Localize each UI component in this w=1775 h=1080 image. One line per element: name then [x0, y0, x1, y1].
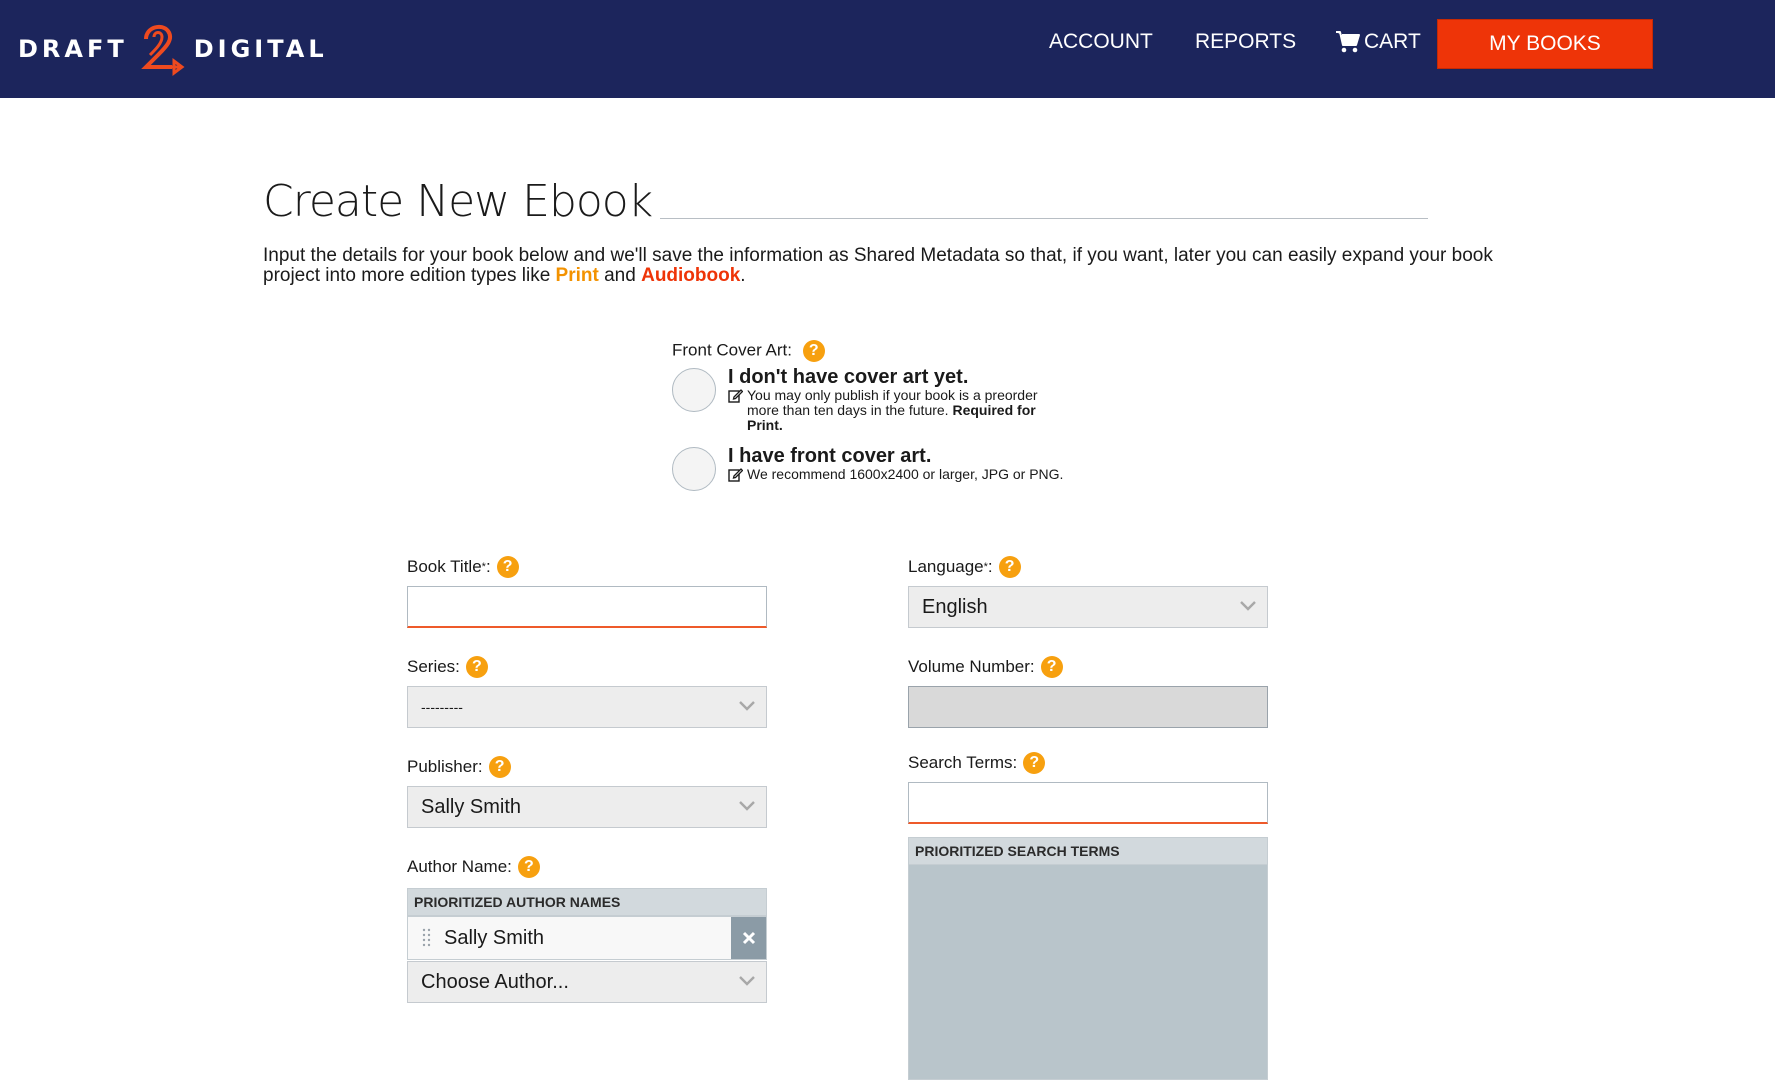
no-cover-art-title: I don't have cover art yet.	[728, 366, 969, 388]
edit-icon	[728, 389, 743, 403]
choose-author-select[interactable]: Choose Author...	[407, 961, 767, 1003]
page-title: Create New Ebook	[263, 176, 653, 227]
have-cover-art-note-text: We recommend 1600x2400 or larger, JPG or…	[747, 466, 1064, 482]
publisher-selected-value: Sally Smith	[421, 795, 522, 818]
title-divider	[660, 218, 1428, 219]
volume-number-input[interactable]	[908, 686, 1268, 728]
help-icon[interactable]: ?	[998, 556, 1021, 578]
drag-handle-icon[interactable]	[422, 928, 432, 948]
language-select[interactable]: English	[908, 586, 1268, 628]
no-cover-art-note: You may only publish if your book is a p…	[728, 388, 1047, 433]
cover-option-have-art[interactable]: I have front cover art. We recommend 160…	[672, 445, 1092, 491]
prioritized-author-names-header: PRIORITIZED AUTHOR NAMES	[407, 888, 767, 916]
chevron-down-icon	[739, 701, 755, 711]
front-cover-art-label-text: Front Cover Art:	[672, 340, 792, 360]
language-field: Language *: ? English	[908, 554, 1268, 628]
help-icon[interactable]: ?	[465, 656, 488, 678]
series-selected-value: ---------	[421, 699, 463, 715]
chevron-down-icon	[739, 801, 755, 811]
front-cover-art-label: Front Cover Art: ?	[672, 340, 1092, 362]
choose-author-placeholder: Choose Author...	[421, 970, 569, 993]
publisher-label: Publisher: ?	[407, 754, 767, 780]
series-field: Series: ? ---------	[407, 654, 767, 728]
radio-no-cover-art[interactable]	[672, 368, 716, 412]
author-name-text: Sally Smith	[444, 926, 545, 949]
author-name-field: Author Name: ? PRIORITIZED AUTHOR NAMES …	[407, 854, 767, 1003]
chevron-down-icon	[1240, 601, 1256, 611]
logo-word-left: DRAFT	[18, 35, 128, 63]
volume-number-field: Volume Number: ?	[908, 654, 1268, 728]
help-icon[interactable]: ?	[488, 756, 511, 778]
book-title-label-text: Book Title	[407, 557, 482, 576]
my-books-button[interactable]: MY BOOKS	[1437, 19, 1653, 69]
help-icon[interactable]: ?	[496, 556, 519, 578]
logo-mark-icon	[140, 24, 185, 76]
help-icon[interactable]: ?	[1040, 656, 1063, 678]
cart-label: CART	[1364, 30, 1421, 53]
audiobook-highlight: Audiobook	[641, 265, 741, 286]
prioritized-search-terms-list[interactable]	[908, 865, 1268, 1080]
edit-icon	[728, 468, 743, 482]
help-icon[interactable]: ?	[802, 340, 825, 362]
publisher-label-text: Publisher:	[407, 757, 483, 776]
language-selected-value: English	[922, 595, 988, 618]
book-title-input[interactable]	[407, 586, 767, 628]
nav-reports-link[interactable]: REPORTS	[1195, 30, 1296, 54]
search-terms-label-text: Search Terms:	[908, 753, 1018, 772]
volume-number-label-text: Volume Number:	[908, 657, 1035, 676]
language-label-text: Language	[908, 557, 984, 576]
language-label: Language *: ?	[908, 554, 1268, 580]
search-terms-input[interactable]	[908, 782, 1268, 824]
intro-text: Input the details for your book below an…	[263, 245, 1493, 286]
top-nav-bar: DRAFT DIGITAL ACCOUNT REPORTS CART MY BO…	[0, 0, 1775, 98]
remove-author-button[interactable]	[731, 917, 766, 959]
logo-word-right: DIGITAL	[193, 35, 328, 63]
cover-option-no-art[interactable]: I don't have cover art yet. You may only…	[672, 366, 1092, 433]
close-icon	[742, 931, 755, 945]
have-cover-art-title: I have front cover art.	[728, 445, 932, 467]
series-label: Series: ?	[407, 654, 767, 680]
help-icon[interactable]: ?	[517, 856, 540, 878]
author-name-label-text: Author Name:	[407, 857, 512, 876]
page-title-row: Create New Ebook	[263, 176, 1428, 227]
intro-end: .	[740, 265, 746, 286]
search-terms-label: Search Terms: ?	[908, 750, 1268, 776]
front-cover-art-section: Front Cover Art: ? I don't have cover ar…	[672, 340, 1092, 491]
nav-account-link[interactable]: ACCOUNT	[1049, 30, 1153, 54]
series-label-text: Series:	[407, 657, 460, 676]
intro-paragraph: Input the details for your book below an…	[263, 246, 1523, 286]
cart-icon	[1336, 31, 1360, 53]
radio-have-cover-art[interactable]	[672, 447, 716, 491]
series-select[interactable]: ---------	[407, 686, 767, 728]
have-cover-art-note: We recommend 1600x2400 or larger, JPG or…	[728, 467, 1063, 482]
print-highlight: Print	[555, 265, 599, 286]
publisher-field: Publisher: ? Sally Smith	[407, 754, 767, 828]
author-name-label: Author Name: ?	[407, 854, 767, 880]
publisher-select[interactable]: Sally Smith	[407, 786, 767, 828]
label-colon: :	[987, 557, 993, 576]
draft2digital-logo[interactable]: DRAFT DIGITAL	[18, 22, 328, 76]
chevron-down-icon	[739, 976, 755, 986]
intro-and: and	[598, 265, 642, 286]
search-terms-field: Search Terms: ? PRIORITIZED SEARCH TERMS	[908, 750, 1268, 1080]
help-icon[interactable]: ?	[1023, 752, 1046, 774]
book-title-label: Book Title *: ?	[407, 554, 767, 580]
prioritized-search-terms-header: PRIORITIZED SEARCH TERMS	[908, 837, 1268, 865]
author-list-item[interactable]: Sally Smith	[407, 916, 767, 960]
label-colon: :	[485, 557, 491, 576]
nav-cart-link[interactable]: CART	[1335, 30, 1421, 54]
book-title-field: Book Title *: ?	[407, 554, 767, 628]
volume-number-label: Volume Number: ?	[908, 654, 1268, 680]
